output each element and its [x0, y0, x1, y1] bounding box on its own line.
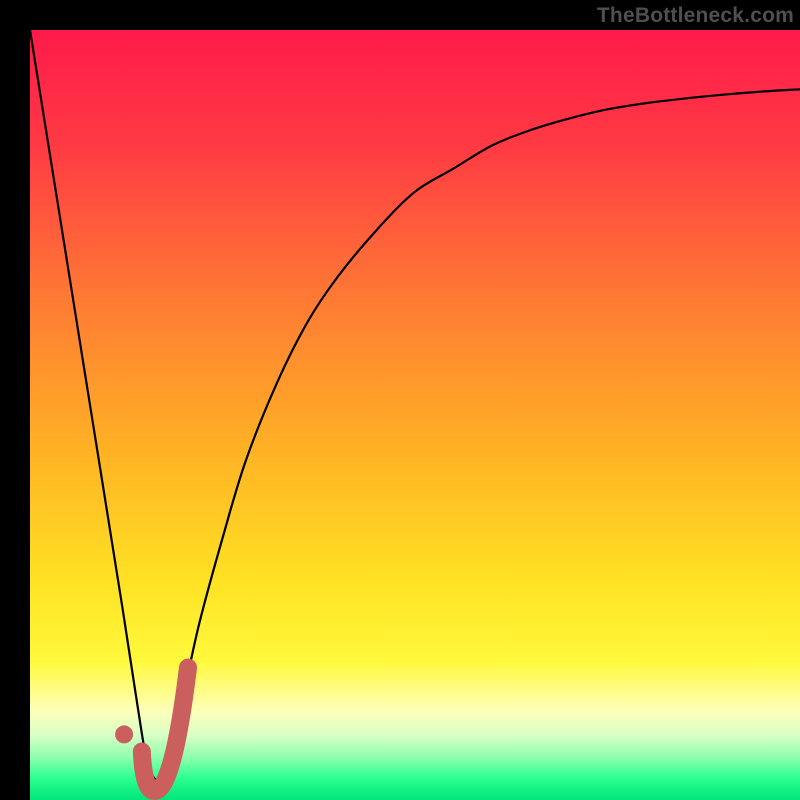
plot-area: [30, 30, 800, 800]
background-gradient: [30, 30, 800, 800]
watermark-label: TheBottleneck.com: [597, 4, 794, 28]
chart-frame: TheBottleneck.com: [0, 0, 800, 800]
